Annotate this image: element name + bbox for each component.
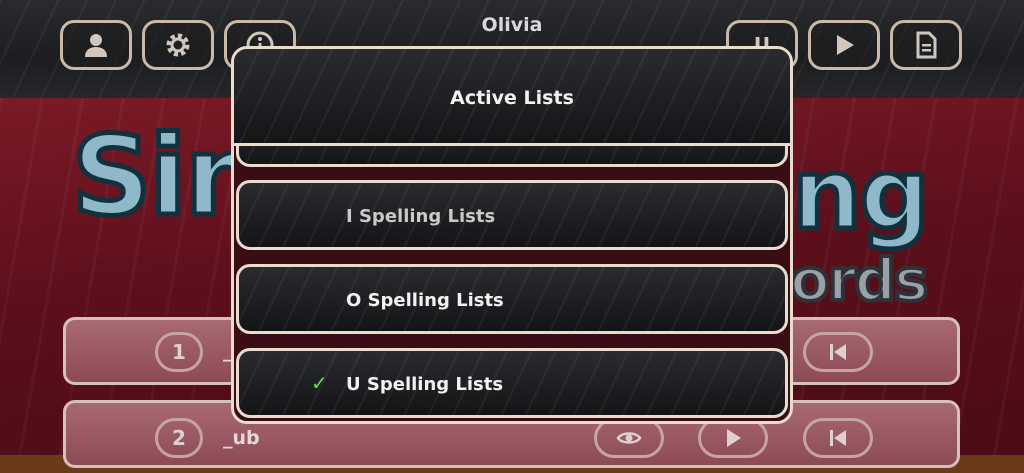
- skip-back-icon: [830, 430, 846, 446]
- list-item-label: I Spelling Lists: [346, 206, 496, 227]
- play-button[interactable]: [808, 20, 880, 70]
- checkmark-icon: ✓: [311, 371, 328, 395]
- logo-subtitle: ords: [788, 244, 930, 316]
- logo-text-right: ng: [790, 136, 933, 255]
- list-item-label: U Spelling Lists: [346, 374, 504, 395]
- document-button[interactable]: [890, 20, 962, 70]
- person-icon: [85, 34, 107, 57]
- list-item-u-spelling[interactable]: ✓ U Spelling Lists: [236, 348, 788, 418]
- eye-icon: [616, 432, 642, 444]
- row-number-badge: 1: [155, 332, 203, 372]
- list-item-o-spelling[interactable]: O Spelling Lists: [236, 264, 788, 334]
- dialog-title: Active Lists: [450, 87, 574, 109]
- skip-back-icon: [830, 344, 846, 360]
- list-item-i-spelling[interactable]: I Spelling Lists: [236, 180, 788, 250]
- document-icon: [916, 31, 937, 59]
- list-item-label: O Spelling Lists: [346, 290, 504, 311]
- settings-button[interactable]: [142, 20, 214, 70]
- play-icon: [727, 429, 741, 447]
- view-button[interactable]: [594, 418, 664, 458]
- gear-icon: [166, 33, 190, 57]
- rewind-button[interactable]: [803, 418, 873, 458]
- active-lists-dialog: Active Lists I Spelling Lists O Spelling…: [231, 46, 793, 424]
- profile-button[interactable]: [60, 20, 132, 70]
- rewind-button[interactable]: [803, 332, 873, 372]
- play-icon: [837, 35, 854, 55]
- row-word: _ub: [223, 427, 260, 449]
- row-number-badge: 2: [155, 418, 203, 458]
- row-play-button[interactable]: [698, 418, 768, 458]
- dialog-header: Active Lists: [234, 49, 790, 146]
